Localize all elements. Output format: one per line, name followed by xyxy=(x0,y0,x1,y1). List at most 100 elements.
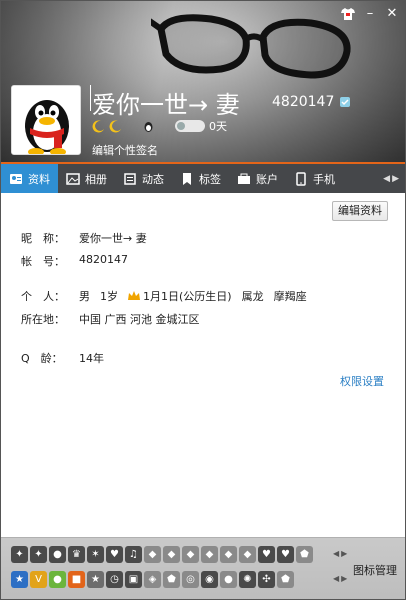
profile-details: 编辑资料 昵 称： 爱你一世→ 妻 帐 号： 4820147 个 人： 男 1岁… xyxy=(1,193,405,537)
signature-edit[interactable]: 编辑个性签名 xyxy=(92,142,158,158)
tab-feed[interactable]: 动态 xyxy=(115,164,172,193)
profile-card-icon xyxy=(10,173,22,184)
tab-label: 相册 xyxy=(85,172,107,186)
fruit-icon[interactable]: ● xyxy=(49,571,66,588)
shield-icon[interactable]: ⬟ xyxy=(163,571,180,588)
shirt-icon[interactable] xyxy=(341,8,355,20)
permission-settings-link[interactable]: 权限设置 xyxy=(340,373,384,389)
diamond-icon[interactable]: ◆ xyxy=(220,546,237,563)
music-icon[interactable]: ♫ xyxy=(125,546,142,563)
avatar[interactable] xyxy=(11,85,81,155)
badge-icon-area: ✦ ✦ ● ♛ ✶ ♥ ♫ ◆ ◆ ◆ ◆ ◆ ◆ ♥ ♥ ⬟ ◀ ▶ ★ V … xyxy=(1,537,405,599)
tab-label: 动态 xyxy=(142,172,164,186)
level-row: 0天 xyxy=(92,118,227,134)
badge-row-2: ★ V ● ■ ★ ◷ ▣ ◈ ⬟ ◎ ◉ ● ✺ ✣ ⬟ xyxy=(11,571,294,588)
wing-icon[interactable]: ✦ xyxy=(30,546,47,563)
wallet-icon xyxy=(238,173,250,184)
q-age-value: 14年 xyxy=(79,352,104,365)
app-icon[interactable]: ▣ xyxy=(125,571,142,588)
shield-icon[interactable]: ⬟ xyxy=(296,546,313,563)
gender: 男 xyxy=(79,290,90,303)
badge-next-icon[interactable]: ▶ xyxy=(341,549,347,558)
planet-icon[interactable]: ◉ xyxy=(201,571,218,588)
badge-next-icon[interactable]: ▶ xyxy=(341,574,347,583)
edit-profile-button[interactable]: 编辑资料 xyxy=(332,201,388,221)
badge-row-1: ✦ ✦ ● ♛ ✶ ♥ ♫ ◆ ◆ ◆ ◆ ◆ ◆ ♥ ♥ ⬟ xyxy=(11,546,313,563)
guard-icon[interactable]: ● xyxy=(220,571,237,588)
tab-label: 手机 xyxy=(313,172,335,186)
profile-window: – ✕ 爱你一世→ 妻 4820147 0天 编辑个性签名 资料 相册 动态 标… xyxy=(0,0,406,600)
icon-manage-button[interactable]: 图标管理 xyxy=(353,562,397,578)
gift-icon[interactable]: ■ xyxy=(68,571,85,588)
tab-album[interactable]: 相册 xyxy=(58,164,115,193)
diamond-icon[interactable]: ◆ xyxy=(163,546,180,563)
text-cursor xyxy=(90,85,91,111)
feed-icon xyxy=(124,172,136,185)
diamond-icon[interactable]: ◆ xyxy=(239,546,256,563)
personal-info: 男 1岁 1月1日(公历生日) 属龙 摩羯座 xyxy=(79,288,307,304)
nickname-value: 爱你一世→ 妻 xyxy=(79,232,147,245)
birthday: 1月1日(公历生日) xyxy=(143,290,232,303)
wing-icon[interactable]: ✦ xyxy=(11,546,28,563)
qzone-icon[interactable]: ★ xyxy=(11,571,28,588)
tab-label: 账户 xyxy=(256,172,278,186)
tab-phone[interactable]: 手机 xyxy=(286,164,343,193)
account-value: 4820147 xyxy=(79,253,128,266)
location-value: 中国 广西 河池 金城江区 xyxy=(79,313,200,326)
nickname-label: 昵 称： xyxy=(21,232,65,245)
diamond-icon[interactable]: ◆ xyxy=(144,546,161,563)
diamond-icon[interactable]: ◆ xyxy=(201,546,218,563)
badge-nav-row-2: ◀ ▶ xyxy=(333,574,347,583)
tab-scroll: ◀ ▶ xyxy=(383,164,405,193)
star-icon[interactable]: ★ xyxy=(87,571,104,588)
online-days: 0天 xyxy=(209,120,227,133)
penguin-icon[interactable]: ● xyxy=(49,546,66,563)
phone-icon xyxy=(296,171,306,186)
window-controls: – ✕ xyxy=(341,7,399,21)
heart-icon[interactable]: ♥ xyxy=(258,546,275,563)
vip-badge-icon[interactable]: V xyxy=(30,571,47,588)
minimize-button[interactable]: – xyxy=(363,7,377,21)
tab-account[interactable]: 账户 xyxy=(229,164,286,193)
game-icon[interactable]: ✣ xyxy=(258,571,275,588)
moon-icon[interactable] xyxy=(109,119,122,133)
zodiac: 属龙 xyxy=(241,290,264,303)
eagle-icon[interactable]: ✶ xyxy=(87,546,104,563)
glasses-cover-image xyxy=(151,14,351,79)
close-button[interactable]: ✕ xyxy=(385,7,399,21)
tab-next-icon[interactable]: ▶ xyxy=(392,174,399,184)
expert-badge-icon[interactable] xyxy=(175,120,205,132)
badge-prev-icon[interactable]: ◀ xyxy=(333,549,339,558)
tab-bar: 资料 相册 动态 标签 账户 手机 ◀ ▶ xyxy=(1,164,405,193)
penguin-avatar-icon xyxy=(12,86,80,154)
clock-icon[interactable]: ◷ xyxy=(106,571,123,588)
planet-icon[interactable]: ✺ xyxy=(239,571,256,588)
q-age-label: Q 龄： xyxy=(21,352,63,365)
crown-badge-icon[interactable]: ♛ xyxy=(68,546,85,563)
penguin-status-icon[interactable] xyxy=(142,120,155,133)
badge-nav-row-1: ◀ ▶ xyxy=(333,549,347,558)
qq-number: 4820147 xyxy=(272,94,335,110)
cube-icon[interactable]: ◈ xyxy=(144,571,161,588)
tab-profile[interactable]: 资料 xyxy=(1,164,58,193)
location-label: 所在地： xyxy=(21,313,65,326)
tab-label: 标签 xyxy=(199,172,221,186)
tab-label: 资料 xyxy=(28,172,50,186)
personal-label: 个 人： xyxy=(21,290,65,303)
heart-icon[interactable]: ♥ xyxy=(106,546,123,563)
badge-prev-icon[interactable]: ◀ xyxy=(333,574,339,583)
photo-album-icon xyxy=(66,172,80,185)
bookmark-icon xyxy=(183,172,191,185)
profile-nickname[interactable]: 爱你一世→ 妻 xyxy=(92,85,240,120)
vip-icon[interactable] xyxy=(340,97,350,107)
diamond-icon[interactable]: ◆ xyxy=(182,546,199,563)
ring-icon[interactable]: ◎ xyxy=(182,571,199,588)
heart-icon[interactable]: ♥ xyxy=(277,546,294,563)
age: 1岁 xyxy=(100,290,118,303)
tab-tags[interactable]: 标签 xyxy=(172,164,229,193)
tab-prev-icon[interactable]: ◀ xyxy=(383,174,390,184)
constellation: 摩羯座 xyxy=(273,290,307,303)
moon-icon[interactable] xyxy=(92,119,105,133)
shield-icon[interactable]: ⬟ xyxy=(277,571,294,588)
account-label: 帐 号： xyxy=(21,255,65,268)
